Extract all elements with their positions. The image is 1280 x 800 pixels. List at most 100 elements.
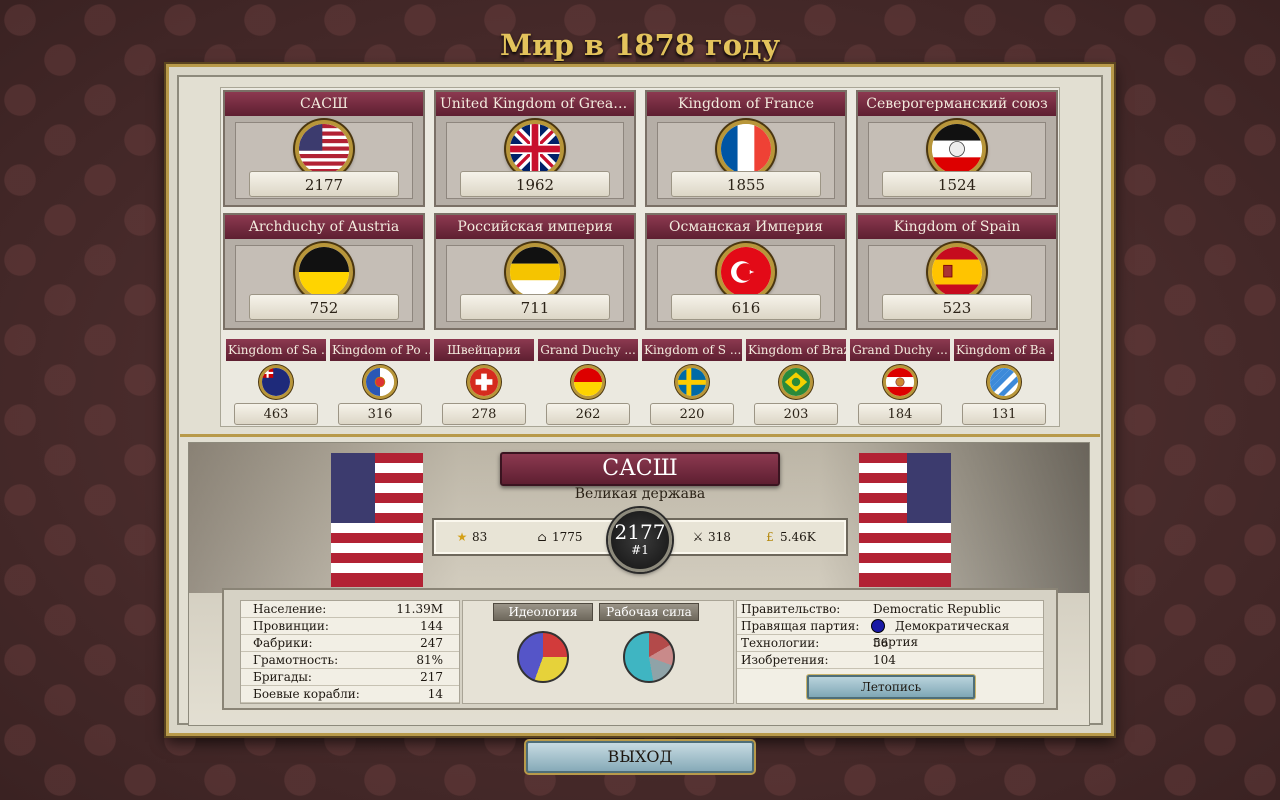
military-stat: ⚔ 318 (690, 530, 731, 544)
nation-card-8[interactable]: Kingdom of Spain 523 (856, 213, 1058, 330)
nation-score: 463 (234, 403, 318, 425)
uk-flag-icon (506, 120, 564, 178)
tech-row: Технологии: 56 (737, 635, 1043, 652)
divider (180, 434, 1100, 437)
nation-card-14[interactable]: Kingdom of Brazil 203 (746, 339, 846, 427)
money-stat: £5.46K (762, 530, 816, 544)
population-charts: Идеология Рабочая сила (462, 600, 734, 704)
tab-workforce[interactable]: Рабочая сила (599, 603, 699, 621)
nation-name: Kingdom of France (647, 92, 845, 116)
stat-label: Грамотность: (253, 653, 339, 667)
nation-score: 203 (754, 403, 838, 425)
nation-card-3[interactable]: Kingdom of France 1855 (645, 90, 847, 207)
nation-card-7[interactable]: Османская Империя 616 (645, 213, 847, 330)
nation-name: Kingdom of Brazil (746, 339, 846, 361)
russia-flag-icon (506, 243, 564, 301)
nation-card-12[interactable]: Grand Duchy ... 262 (538, 339, 638, 427)
industry-stat: ⌂ 1775 (534, 530, 583, 544)
factory-icon: ⌂ (537, 530, 547, 544)
nation-name: Kingdom of Ba ... (954, 339, 1054, 361)
nation-name: Швейцария (434, 339, 534, 361)
left-banner-flag-icon (331, 453, 423, 587)
government-row: Правительство: Democratic Republic (737, 601, 1043, 618)
nation-name: Kingdom of Sa ... (226, 339, 326, 361)
nations-ranking-panel: САСШ 2177 United Kingdom of Great B ... … (220, 87, 1060, 427)
baden-flag-icon (571, 365, 605, 399)
tech-value: 56 (873, 636, 889, 650)
nation-name: Kingdom of S ... (642, 339, 742, 361)
sweden-flag-icon (675, 365, 709, 399)
nation-card-13[interactable]: Kingdom of S ... 220 (642, 339, 742, 427)
total-score: 2177 (614, 520, 666, 544)
stat-value: 144 (420, 619, 443, 633)
exit-button[interactable]: ВЫХОД (526, 741, 754, 773)
nation-score: 2177 (249, 171, 399, 197)
stat-value: 217 (420, 670, 443, 684)
military-value: 318 (708, 530, 731, 544)
portugal-flag-icon (363, 365, 397, 399)
nation-card-10[interactable]: Kingdom of Po ... 316 (330, 339, 430, 427)
nation-name: Archduchy of Austria (225, 215, 423, 239)
tab-ideology[interactable]: Идеология (493, 603, 593, 621)
stat-label: Правительство: (741, 602, 841, 616)
government-value: Democratic Republic (873, 602, 1001, 616)
spain-flag-icon (928, 243, 986, 301)
stat-label: Правящая партия: (741, 619, 860, 633)
stat-row: Бригады: 217 (241, 669, 459, 686)
stat-value: 14 (427, 687, 443, 701)
nation-stats-list: Население: 11.39M Провинции: 144 Фабрики: 2… (240, 600, 460, 704)
nation-score: 220 (650, 403, 734, 425)
nation-card-2[interactable]: United Kingdom of Great B ... 1962 (434, 90, 636, 207)
nation-score: 1962 (460, 171, 610, 197)
nation-card-4[interactable]: Северогерманский союз 1524 (856, 90, 1058, 207)
nation-name: United Kingdom of Great B ... (436, 92, 634, 116)
government-info: Правительство: Democratic Republic Правящ… (736, 600, 1044, 704)
prestige-value: 83 (472, 530, 488, 544)
nation-card-11[interactable]: Швейцария 278 (434, 339, 534, 427)
swiss-flag-icon (467, 365, 501, 399)
stat-value: 11.39M (396, 602, 443, 616)
nation-score: 278 (442, 403, 526, 425)
nation-score: 1855 (671, 171, 821, 197)
workforce-pie-chart[interactable] (623, 631, 675, 683)
austria-flag-icon (295, 243, 353, 301)
stat-label: Провинции: (253, 619, 329, 633)
stat-label: Население: (253, 602, 327, 616)
stat-row: Провинции: 144 (241, 618, 459, 635)
nation-name: Grand Duchy ... (850, 339, 950, 361)
stat-label: Изобретения: (741, 653, 829, 667)
nation-card-9[interactable]: Kingdom of Sa ... 463 (226, 339, 326, 427)
bavaria-flag-icon (987, 365, 1021, 399)
nation-score: 711 (460, 294, 610, 320)
ngc-flag-icon (928, 120, 986, 178)
stat-label: Боевые корабли: (253, 687, 360, 701)
great-power-status: Великая держава (574, 486, 706, 502)
chronicle-button[interactable]: Летопись (807, 675, 975, 699)
nation-name: Северогерманский союз (858, 92, 1056, 116)
nation-score: 262 (546, 403, 630, 425)
party-color-icon (871, 619, 885, 633)
nation-name: Kingdom of Spain (858, 215, 1056, 239)
nation-card-16[interactable]: Kingdom of Ba ... 131 (954, 339, 1054, 427)
nation-card-6[interactable]: Российская империя 711 (434, 213, 636, 330)
usa-flag-icon (295, 120, 353, 178)
nation-card-1[interactable]: САСШ 2177 (223, 90, 425, 207)
inventions-row: Изобретения: 104 (737, 652, 1043, 669)
nation-score: 752 (249, 294, 399, 320)
coin-icon: £ (766, 530, 774, 544)
prestige-stat: ★ 83 (454, 530, 488, 544)
nation-score: 523 (882, 294, 1032, 320)
nation-name: Османская Империя (647, 215, 845, 239)
stat-label: Бригады: (253, 670, 312, 684)
money-value: 5.46K (780, 530, 816, 544)
industry-value: 1775 (552, 530, 583, 544)
inventions-value: 104 (873, 653, 896, 667)
nation-card-5[interactable]: Archduchy of Austria 752 (223, 213, 425, 330)
stat-value: 81% (416, 653, 443, 667)
nation-card-15[interactable]: Grand Duchy ... 184 (850, 339, 950, 427)
rank-position: #1 (631, 543, 649, 557)
ideology-pie-chart[interactable] (517, 631, 569, 683)
total-score-badge: 2177 #1 (608, 508, 672, 572)
nation-score: 316 (338, 403, 422, 425)
nation-score: 184 (858, 403, 942, 425)
